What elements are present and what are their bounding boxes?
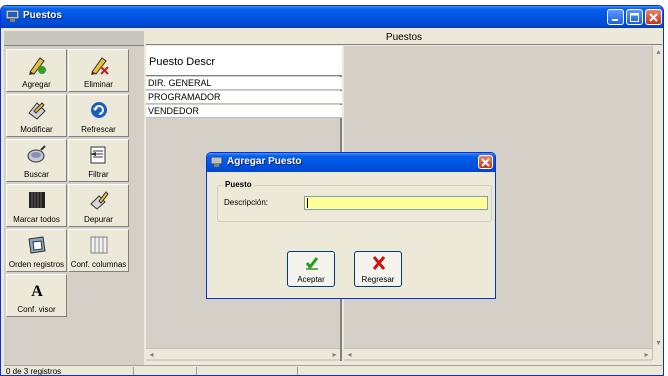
titlebar[interactable]: Puestos xyxy=(1,6,663,28)
purge-label: Depurar xyxy=(84,215,113,224)
accept-label: Aceptar xyxy=(297,275,325,284)
font-icon: A xyxy=(31,283,43,300)
column-header[interactable]: Puesto Descr xyxy=(146,46,342,76)
edit-button[interactable]: Modificar xyxy=(6,94,67,137)
columns-icon xyxy=(90,236,108,254)
scroll-right-icon[interactable]: ▸ xyxy=(329,349,340,360)
viewer-config-button[interactable]: A Conf. visor xyxy=(6,274,67,317)
purge-icon xyxy=(90,191,109,210)
search-label: Buscar xyxy=(24,170,49,179)
add-label: Agregar xyxy=(22,80,51,89)
refresh-icon xyxy=(91,102,107,118)
group-label: Puesto xyxy=(223,180,254,189)
x-icon xyxy=(372,256,386,270)
delete-label: Eliminar xyxy=(84,80,113,89)
sort-icon xyxy=(28,236,46,254)
search-icon xyxy=(27,145,46,163)
dialog-close-button[interactable] xyxy=(478,155,493,169)
back-label: Regresar xyxy=(361,275,395,284)
dialog-app-icon xyxy=(211,157,222,167)
back-button[interactable]: Regresar xyxy=(354,251,402,287)
purge-button[interactable]: Depurar xyxy=(68,184,129,227)
position-group: Puesto Descripción: xyxy=(217,180,492,222)
scroll-down-icon[interactable]: ▾ xyxy=(653,337,663,348)
text-cursor xyxy=(307,198,308,208)
vertical-scrollbar[interactable]: ▴ ▾ xyxy=(652,46,662,360)
edit-icon xyxy=(28,102,46,120)
toolbar-panel: Agregar Eliminar Modificar Refrescar Bus… xyxy=(4,31,144,365)
dialog-title: Agregar Puesto xyxy=(227,156,302,167)
accept-button[interactable]: Aceptar xyxy=(287,251,335,287)
app-icon xyxy=(6,10,19,22)
scroll-up-icon[interactable]: ▴ xyxy=(653,46,663,57)
select-all-label: Marcar todos xyxy=(13,215,60,224)
minimize-button[interactable] xyxy=(607,9,624,25)
add-pencil-icon xyxy=(29,57,46,75)
svg-text:A: A xyxy=(31,283,43,300)
sort-button[interactable]: Orden registros xyxy=(6,229,67,272)
filter-icon xyxy=(90,146,106,164)
status-bar: 0 de 3 registros xyxy=(4,365,662,375)
grid-title: Puestos xyxy=(146,31,662,45)
select-all-button[interactable]: Marcar todos xyxy=(6,184,67,227)
filter-button[interactable]: Filtrar xyxy=(68,139,129,182)
maximize-button[interactable] xyxy=(626,9,643,25)
edit-label: Modificar xyxy=(20,125,53,134)
dialog-titlebar[interactable]: Agregar Puesto xyxy=(207,153,495,172)
status-cell-3 xyxy=(198,367,298,375)
main-window: Puestos Agregar Eliminar Modificar Refre… xyxy=(0,5,664,376)
delete-button[interactable]: Eliminar xyxy=(68,49,129,92)
sort-label: Orden registros xyxy=(8,260,65,269)
description-label: Descripción: xyxy=(224,198,269,207)
close-icon xyxy=(481,158,490,167)
viewer-config-label: Conf. visor xyxy=(17,305,56,314)
add-button[interactable]: Agregar xyxy=(6,49,67,92)
record-count: 0 de 3 registros xyxy=(4,367,134,375)
toolbar-header xyxy=(4,31,144,46)
description-input[interactable] xyxy=(304,196,488,210)
status-cell-2 xyxy=(135,367,197,375)
checkmark-icon xyxy=(305,257,319,270)
refresh-button[interactable]: Refrescar xyxy=(68,94,129,137)
scroll-right-icon[interactable]: ▸ xyxy=(641,349,652,360)
horizontal-scrollbar[interactable]: ◂ ▸ xyxy=(146,348,340,359)
scroll-left-icon[interactable]: ◂ xyxy=(146,349,157,360)
select-all-icon xyxy=(29,192,45,208)
table-row[interactable]: DIR. GENERAL xyxy=(146,77,342,90)
table-row[interactable]: PROGRAMADOR xyxy=(146,91,342,104)
scroll-left-icon[interactable]: ◂ xyxy=(344,349,355,360)
close-icon xyxy=(649,13,658,22)
maximize-icon xyxy=(630,13,639,22)
columns-button[interactable]: Conf. columnas xyxy=(68,229,129,272)
minimize-icon xyxy=(612,19,618,21)
add-position-dialog: Agregar Puesto Puesto Descripción: Acept… xyxy=(206,152,496,299)
table-row[interactable]: VENDEDOR xyxy=(146,105,342,118)
search-button[interactable]: Buscar xyxy=(6,139,67,182)
horizontal-scrollbar-right[interactable]: ◂ ▸ xyxy=(344,348,652,359)
columns-label: Conf. columnas xyxy=(70,260,127,269)
refresh-label: Refrescar xyxy=(81,125,116,134)
filter-label: Filtrar xyxy=(88,170,109,179)
delete-pencil-icon xyxy=(91,57,109,75)
window-title: Puestos xyxy=(23,10,62,21)
close-button[interactable] xyxy=(645,9,662,25)
